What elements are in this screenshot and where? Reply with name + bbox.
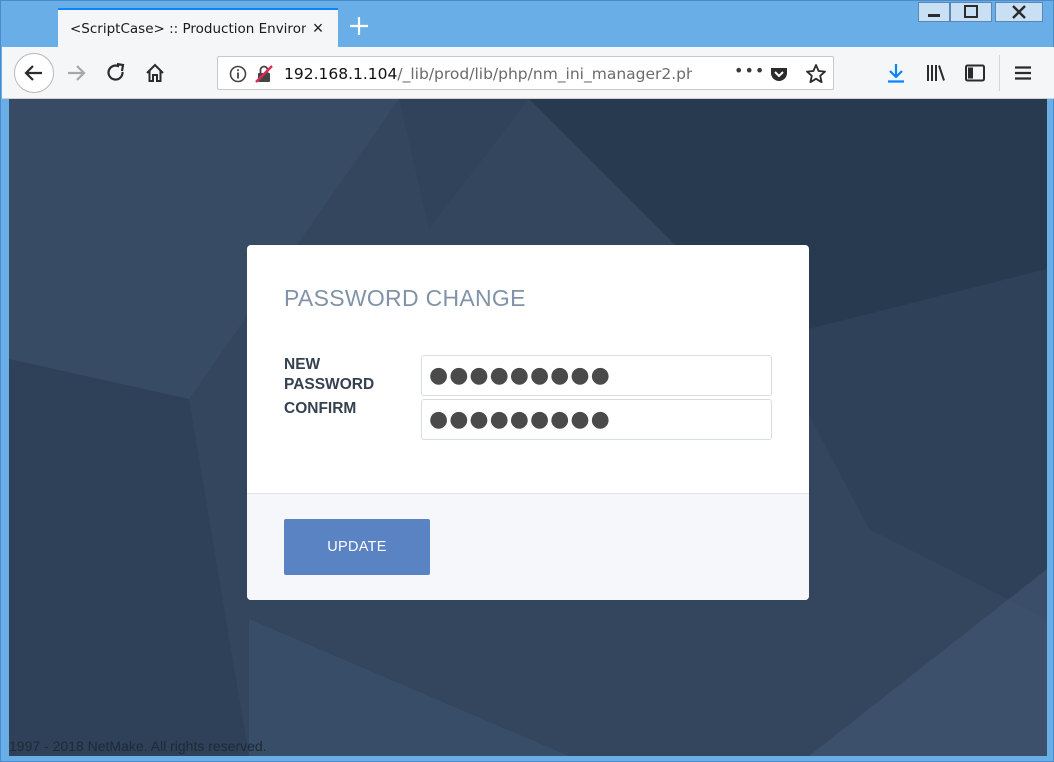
navigation-toolbar: 192.168.1.104/_lib/prod/lib/php/nm_ini_m… — [2, 47, 1054, 99]
copyright-footer: 1997 - 2018 NetMake. All rights reserved… — [9, 738, 267, 754]
browser-tab[interactable]: <ScriptCase> :: Production Environm × — [58, 8, 338, 48]
insecure-lock-icon[interactable] — [254, 64, 274, 89]
update-button[interactable]: UPDATE — [284, 519, 430, 575]
url-text: 192.168.1.104/_lib/prod/lib/php/nm_ini_m… — [284, 65, 692, 83]
library-icon[interactable] — [918, 55, 954, 91]
close-window-icon[interactable] — [995, 2, 1043, 24]
browser-window: <ScriptCase> :: Production Environm × 19… — [0, 0, 1054, 762]
bookmark-star-icon[interactable] — [805, 63, 827, 90]
maximize-window-icon[interactable] — [950, 2, 996, 24]
home-icon[interactable] — [137, 55, 173, 91]
new-tab-icon[interactable] — [346, 13, 372, 39]
confirm-password-label: CONFIRM — [284, 400, 357, 417]
url-host: 192.168.1.104 — [284, 65, 398, 83]
back-icon[interactable] — [14, 53, 54, 93]
menu-icon[interactable] — [1005, 55, 1041, 91]
new-password-value: ●●●●●●●●● — [429, 363, 611, 388]
reload-icon[interactable] — [98, 55, 134, 91]
confirm-password-value: ●●●●●●●●● — [429, 407, 611, 432]
tab-title: <ScriptCase> :: Production Environm — [70, 21, 306, 37]
download-icon[interactable] — [878, 55, 914, 91]
tab-strip: <ScriptCase> :: Production Environm × — [1, 1, 1054, 48]
url-path: /_lib/prod/lib/php/nm_ini_manager2.ph — [397, 65, 692, 83]
toolbar-separator — [999, 55, 1000, 91]
password-change-card: PASSWORD CHANGE NEW PASSWORD ●●●●●●●●● C… — [247, 245, 809, 600]
more-actions-icon[interactable]: ••• — [734, 61, 765, 80]
tab-close-icon[interactable]: × — [308, 18, 328, 38]
new-password-label: NEW PASSWORD — [284, 356, 375, 393]
info-icon[interactable] — [228, 64, 248, 89]
confirm-password-input[interactable]: ●●●●●●●●● — [421, 399, 772, 440]
new-password-input[interactable]: ●●●●●●●●● — [421, 355, 772, 396]
sidebar-icon[interactable] — [957, 55, 993, 91]
card-title: PASSWORD CHANGE — [284, 285, 526, 311]
forward-icon[interactable] — [58, 55, 94, 91]
address-bar[interactable]: 192.168.1.104/_lib/prod/lib/php/nm_ini_m… — [217, 56, 834, 90]
page-content: PASSWORD CHANGE NEW PASSWORD ●●●●●●●●● C… — [9, 99, 1047, 756]
pocket-icon[interactable] — [769, 64, 789, 89]
card-footer: UPDATE — [247, 493, 809, 600]
